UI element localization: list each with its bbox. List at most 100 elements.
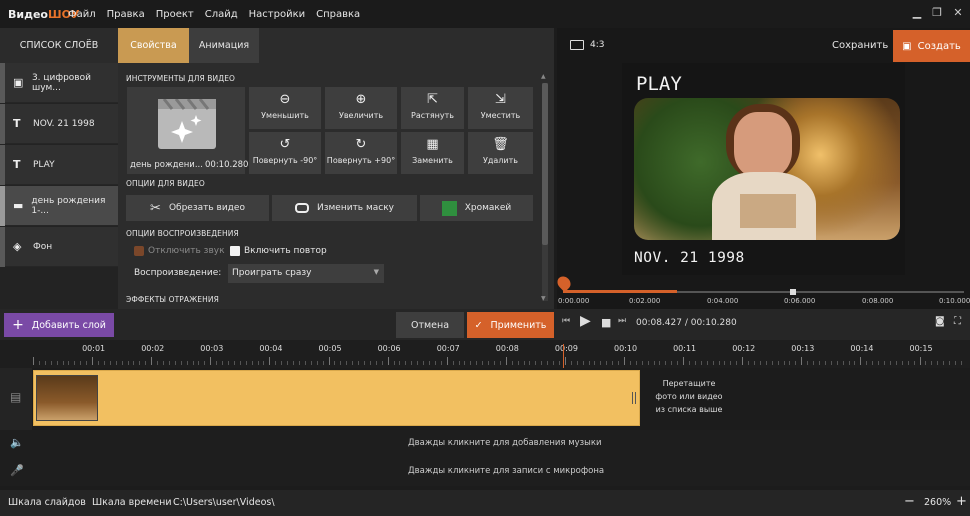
- ruler-subtick: [589, 361, 590, 365]
- music-track[interactable]: 🔈 Дважды кликните для добавления музыки: [0, 430, 970, 458]
- ruler-subtick: [630, 361, 631, 365]
- menu-edit[interactable]: Правка: [107, 9, 145, 20]
- save-button[interactable]: Сохранить: [832, 40, 888, 51]
- ruler-subtick: [795, 361, 796, 365]
- delete-button[interactable]: 🗑 Удалить: [468, 132, 533, 174]
- tab-animation[interactable]: Анимация: [189, 28, 259, 63]
- menu-help[interactable]: Справка: [316, 9, 360, 20]
- preview-photo: [634, 98, 900, 240]
- ruler-tick: [624, 357, 625, 365]
- ruler-subtick: [399, 361, 400, 365]
- minimize-icon[interactable]: ▁: [910, 6, 924, 20]
- ruler-subtick: [435, 361, 436, 365]
- section-video-options: ОПЦИИ ДЛЯ ВИДЕО: [126, 179, 205, 188]
- ruler-subtick: [571, 361, 572, 365]
- ruler-subtick: [198, 361, 199, 365]
- add-layer-button[interactable]: + Добавить слой: [4, 313, 114, 337]
- mute-label: Отключить звук: [148, 246, 225, 256]
- ruler-subtick: [541, 361, 542, 365]
- apply-button[interactable]: ✓ Применить: [467, 312, 554, 338]
- create-button[interactable]: ▣ Создать: [893, 30, 970, 62]
- menu-slide[interactable]: Слайд: [205, 9, 238, 20]
- ruler-subtick: [559, 361, 560, 365]
- zoom-out-icon: ⊖: [279, 92, 291, 107]
- ruler-subtick: [748, 361, 749, 365]
- playback-select[interactable]: Проиграть сразу ▼: [228, 264, 384, 283]
- ruler-tick: [801, 357, 802, 365]
- video-thumbnail[interactable]: день рождени... 00:10.280: [127, 87, 248, 174]
- close-icon[interactable]: ✕: [951, 6, 965, 20]
- edit-mask-button[interactable]: Изменить маску: [272, 195, 417, 221]
- ruler-subtick: [287, 361, 288, 365]
- progress-tick: 0:02.000: [629, 297, 661, 305]
- tab-time-scale[interactable]: Шкала времени: [92, 497, 172, 508]
- ruler-tick: [151, 357, 152, 365]
- layer-item[interactable]: ▣ 3. цифровой шум...: [5, 63, 118, 103]
- timeline-playhead[interactable]: [563, 344, 564, 368]
- menu-settings[interactable]: Настройки: [249, 9, 305, 20]
- rotate-right-button[interactable]: ↻ Повернуть +90°: [325, 132, 397, 174]
- chroma-key-button[interactable]: Хромакей: [420, 195, 533, 221]
- menu-file[interactable]: Файл: [68, 9, 96, 20]
- girl-face: [734, 112, 792, 178]
- stop-icon[interactable]: ■: [601, 316, 611, 329]
- rotate-left-button[interactable]: ↺ Повернуть -90°: [249, 132, 321, 174]
- ruler-subtick: [470, 361, 471, 365]
- layer-item-selected[interactable]: ▬ день рождения 1-...: [5, 186, 118, 226]
- ruler-subtick: [68, 361, 69, 365]
- scrollbar-thumb[interactable]: [542, 83, 548, 245]
- ruler-tick: [329, 357, 330, 365]
- layer-item[interactable]: T PLAY: [5, 145, 118, 185]
- thumbnail-name: день рождени...: [130, 160, 203, 170]
- progress-knob[interactable]: [790, 289, 796, 295]
- mute-checkbox[interactable]: [134, 246, 144, 256]
- loop-checkbox[interactable]: [230, 246, 240, 256]
- tab-properties[interactable]: Свойства: [118, 28, 189, 63]
- zoom-out-icon[interactable]: −: [904, 494, 915, 509]
- ruler-subtick: [547, 361, 548, 365]
- ruler-subtick: [252, 361, 253, 365]
- maximize-icon[interactable]: ❐: [930, 6, 944, 20]
- ruler-subtick: [228, 361, 229, 365]
- layer-item[interactable]: ◈ Фон: [5, 227, 118, 267]
- ruler-label: 00:14: [850, 344, 874, 353]
- ruler-label: 00:05: [318, 344, 342, 353]
- stretch-button[interactable]: ⇱ Растянуть: [401, 87, 464, 129]
- zoom-out-button[interactable]: ⊖ Уменьшить: [249, 87, 321, 129]
- skip-forward-icon[interactable]: ⏭: [618, 316, 626, 326]
- replace-button[interactable]: ▦ Заменить: [401, 132, 464, 174]
- tab-slides-scale[interactable]: Шкала слайдов: [8, 497, 86, 508]
- ruler-subtick: [671, 361, 672, 365]
- clip-resize-handle[interactable]: [632, 392, 636, 404]
- layer-item[interactable]: T NOV. 21 1998: [5, 104, 118, 144]
- progress-tick: 0:04.000: [707, 297, 739, 305]
- play-icon[interactable]: ▶: [580, 313, 591, 329]
- skip-back-icon[interactable]: ⏮: [562, 316, 570, 326]
- fullscreen-icon[interactable]: ⛶: [954, 316, 961, 327]
- ruler-subtick: [648, 361, 649, 365]
- clip-thumbnail: [36, 375, 98, 421]
- ruler-subtick: [411, 361, 412, 365]
- ruler-label: 00:07: [436, 344, 460, 353]
- ruler-tick: [92, 357, 93, 365]
- ruler-subtick: [376, 361, 377, 365]
- ruler-subtick: [854, 361, 855, 365]
- fit-button[interactable]: ⇲ Уместить: [468, 87, 533, 129]
- cancel-button[interactable]: Отмена: [396, 312, 464, 338]
- scroll-up-icon[interactable]: ▲: [541, 73, 546, 80]
- ruler-subtick: [766, 361, 767, 365]
- ruler-subtick: [128, 361, 129, 365]
- ruler-subtick: [246, 361, 247, 365]
- zoom-in-icon[interactable]: +: [956, 494, 967, 509]
- microphone-track[interactable]: 🎤 Дважды кликните для записи с микрофона: [0, 458, 970, 486]
- menu-project[interactable]: Проект: [156, 9, 194, 20]
- trim-video-button[interactable]: ✂ Обрезать видео: [126, 195, 269, 221]
- progress-tick: 0:10.000: [939, 297, 970, 305]
- zoom-in-button[interactable]: ⊕ Увеличить: [325, 87, 397, 129]
- scroll-down-icon[interactable]: ▼: [541, 295, 546, 302]
- snapshot-icon[interactable]: ◙: [935, 316, 945, 327]
- timeline-clip[interactable]: [33, 370, 640, 426]
- ruler-label: 00:09: [554, 344, 578, 353]
- ruler-subtick: [258, 361, 259, 365]
- aspect-ratio-button[interactable]: 4:3: [570, 40, 604, 50]
